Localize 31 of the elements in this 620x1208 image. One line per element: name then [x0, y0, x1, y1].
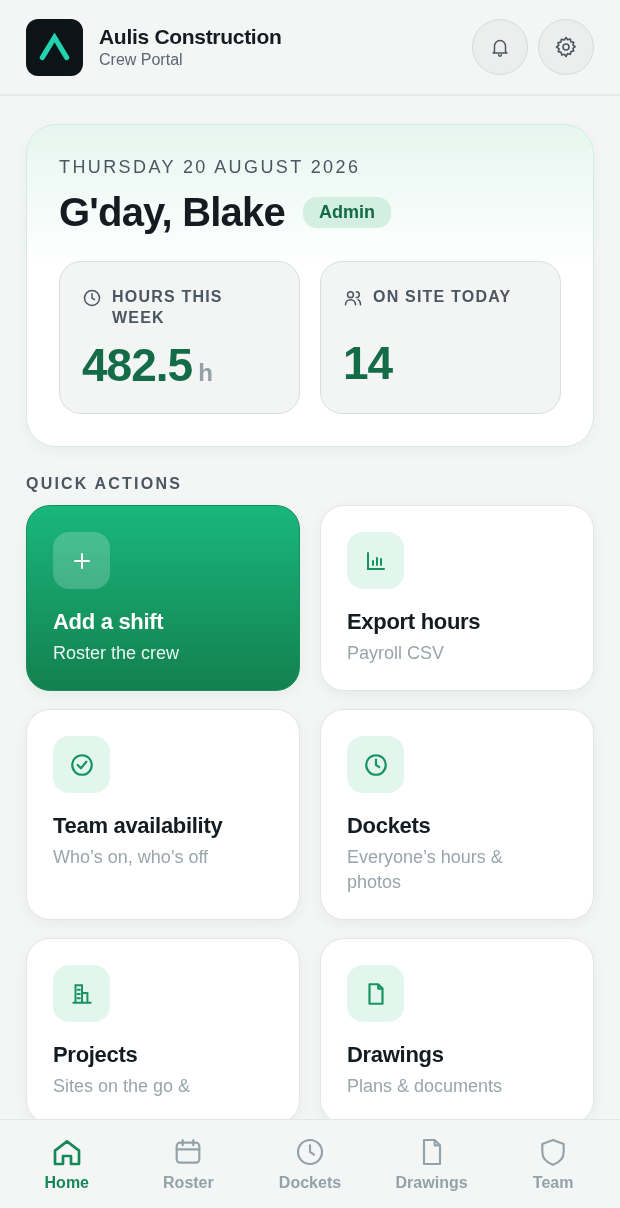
nav-tab[interactable]: Team: [498, 1132, 609, 1196]
clock-icon: [362, 751, 389, 778]
action-card[interactable]: Drawings Plans & documents: [320, 938, 594, 1119]
action-card[interactable]: Dockets Everyone’s hours & photos: [320, 709, 594, 920]
role-badge: Admin: [302, 197, 391, 228]
stat-unit: h: [198, 359, 213, 387]
action-card[interactable]: Export hours Payroll CSV: [320, 505, 594, 691]
stat-value: 14: [343, 336, 393, 390]
stat-value: 482.5: [82, 338, 193, 392]
settings-button[interactable]: [538, 19, 594, 75]
clock-icon: [82, 288, 102, 308]
greeting: G'day, Blake: [59, 190, 285, 235]
notifications-button[interactable]: [472, 19, 528, 75]
nav-tab[interactable]: Roster: [133, 1132, 244, 1196]
clock-icon: [294, 1136, 326, 1168]
nav-tab[interactable]: Drawings: [376, 1132, 487, 1196]
app-subtitle: Crew Portal: [99, 51, 184, 69]
people-icon: [343, 288, 363, 308]
action-card[interactable]: Add a shift Roster the crew: [26, 505, 300, 691]
date-label: THURSDAY 20 AUGUST 2026: [59, 157, 362, 178]
stat-label: HOURS THIS WEEK: [112, 287, 224, 328]
logo-icon: [26, 18, 83, 76]
settings-icon: [554, 35, 578, 59]
app-title: Aulis Construction: [99, 25, 282, 49]
nav-tab[interactable]: Dockets: [255, 1132, 365, 1196]
section-heading: QUICK ACTIONS: [26, 475, 183, 493]
check-circle-icon: [68, 751, 95, 778]
action-card[interactable]: Team availability Who’s on, who’s off: [26, 709, 300, 920]
stat-label: ON SITE TODAY: [373, 287, 512, 307]
action-card[interactable]: Projects Sites on the go &: [26, 938, 300, 1119]
nav-tab[interactable]: Home: [11, 1132, 122, 1196]
